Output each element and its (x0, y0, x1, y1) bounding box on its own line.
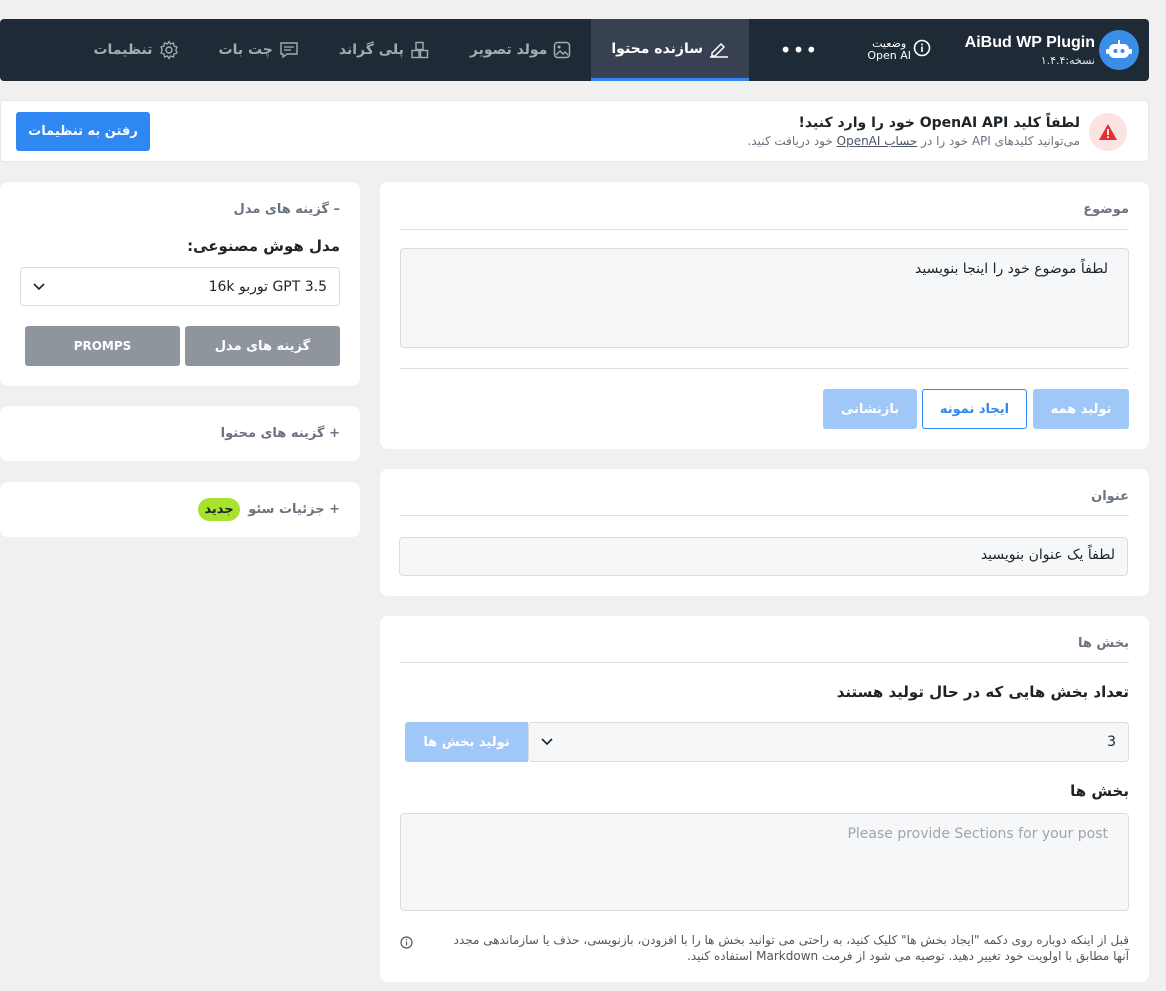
content-options-toggle[interactable]: + گزینه های محتوا (221, 426, 340, 441)
sections-label: بخش ها (1070, 782, 1129, 800)
warning-icon (1089, 113, 1127, 151)
info-icon (400, 934, 413, 953)
chevron-down-icon (33, 279, 45, 295)
new-badge: جدید (198, 498, 240, 521)
status-provider: Open AI (867, 49, 911, 62)
notice-text: خود دریافت کنید. (747, 134, 837, 148)
tab-label: مولد تصویر (469, 42, 548, 58)
notice-title: لطفاً کلید OpenAI API خود را وارد کنید! (798, 115, 1080, 131)
cubes-icon (410, 41, 430, 59)
content-options-panel: + گزینه های محتوا (0, 406, 360, 461)
topic-input[interactable]: لطفاً موضوع خود را اینجا بنویسید (400, 248, 1129, 348)
seo-details-panel: + جزئیات سئو جدید (0, 482, 360, 537)
image-icon (553, 41, 571, 59)
tab-label: تنظیمات (93, 42, 153, 58)
brand: AiBud WP Plugin نسخه:۱.۴.۴ (959, 19, 1149, 81)
tab-chatbot[interactable]: چت بات (199, 19, 319, 81)
tab-image-generator[interactable]: مولد تصویر (450, 19, 591, 81)
model-options-toggle[interactable]: – گزینه های مدل (234, 202, 340, 217)
model-options-panel: – گزینه های مدل مدل هوش مصنوعی: GPT 3.5 … (0, 182, 360, 386)
brand-title: AiBud WP Plugin (964, 33, 1095, 51)
topic-placeholder: لطفاً موضوع خود را اینجا بنویسید (915, 261, 1108, 277)
ai-model-label: مدل هوش مصنوعی: (187, 237, 340, 255)
pen-icon (709, 40, 729, 58)
sections-card: بخش ها تعداد بخش هایی که در حال تولید هس… (380, 616, 1149, 982)
tab-label: سازنده محتوا (611, 40, 703, 57)
title-card: عنوان لطفاً یک عنوان بنویسید (380, 469, 1149, 596)
model-options-button[interactable]: گزینه های مدل (185, 326, 340, 366)
divider (400, 368, 1129, 369)
sections-placeholder: Please provide Sections for your post (847, 826, 1108, 842)
sections-count-value: 3 (1107, 734, 1116, 750)
divider (400, 662, 1129, 663)
seo-details-toggle[interactable]: + جزئیات سئو جدید (198, 498, 340, 521)
brand-version: نسخه:۱.۴.۴ (1040, 53, 1095, 67)
sections-hint: قبل از اینکه دوباره روی دکمه "ایجاد بخش … (429, 932, 1129, 964)
robot-logo-icon (1099, 30, 1139, 70)
ai-model-select[interactable]: GPT 3.5 توربو 16k (20, 267, 340, 306)
chat-icon (279, 41, 299, 59)
promps-button[interactable]: PROMPS (25, 326, 180, 366)
hint-line: آنها مطابق با اولویت خود تغییر دهید. توص… (687, 949, 1129, 963)
title-input[interactable]: لطفاً یک عنوان بنویسید (399, 537, 1128, 576)
ai-model-value: GPT 3.5 توربو 16k (208, 278, 327, 295)
tab-label: پلی گراند (338, 42, 404, 58)
openai-status[interactable]: وضعیت Open AI (849, 19, 959, 81)
sections-count-label: تعداد بخش هایی که در حال تولید هستند (836, 683, 1129, 701)
more-menu-button[interactable]: ••• (749, 19, 849, 81)
openai-account-link[interactable]: حساب OpenAI (837, 134, 918, 148)
divider (400, 515, 1129, 516)
api-key-notice: لطفاً کلید OpenAI API خود را وارد کنید! … (0, 100, 1149, 162)
notice-description: می‌توانید کلیدهای API خود را در حساب Ope… (747, 134, 1080, 148)
top-navigation: AiBud WP Plugin نسخه:۱.۴.۴ وضعیت Open AI… (0, 19, 1149, 81)
reset-button[interactable]: بازنشانی (823, 389, 917, 429)
main-tabs: سازنده محتوا مولد تصویر پلی گراند چت بات… (73, 19, 749, 81)
generate-all-button[interactable]: تولید همه (1033, 389, 1129, 429)
seo-details-label: + جزئیات سئو (248, 502, 340, 517)
create-example-button[interactable]: ایجاد نمونه (922, 389, 1027, 429)
notice-text: می‌توانید کلیدهای API خود را در (917, 134, 1080, 148)
info-icon (913, 39, 931, 61)
sections-card-heading: بخش ها (1077, 636, 1129, 651)
topic-card: موضوع لطفاً موضوع خود را اینجا بنویسید ت… (380, 182, 1149, 449)
tab-settings[interactable]: تنظیمات (73, 19, 198, 81)
tab-content-builder[interactable]: سازنده محتوا (591, 19, 749, 81)
divider (400, 229, 1129, 230)
tab-playground[interactable]: پلی گراند (319, 19, 450, 81)
go-to-settings-button[interactable]: رفتن به تنظیمات (16, 112, 150, 151)
generate-sections-button[interactable]: تولید بخش ها (405, 722, 528, 762)
topic-title: موضوع (1083, 202, 1129, 217)
sections-input[interactable]: Please provide Sections for your post (400, 813, 1129, 911)
chevron-down-icon (541, 734, 553, 750)
tab-label: چت بات (218, 42, 273, 58)
gear-icon (159, 40, 179, 60)
title-placeholder: لطفاً یک عنوان بنویسید (980, 547, 1115, 563)
title-card-heading: عنوان (1091, 489, 1129, 504)
sections-count-select[interactable]: 3 (528, 722, 1129, 762)
hint-line: قبل از اینکه دوباره روی دکمه "ایجاد بخش … (453, 933, 1129, 947)
